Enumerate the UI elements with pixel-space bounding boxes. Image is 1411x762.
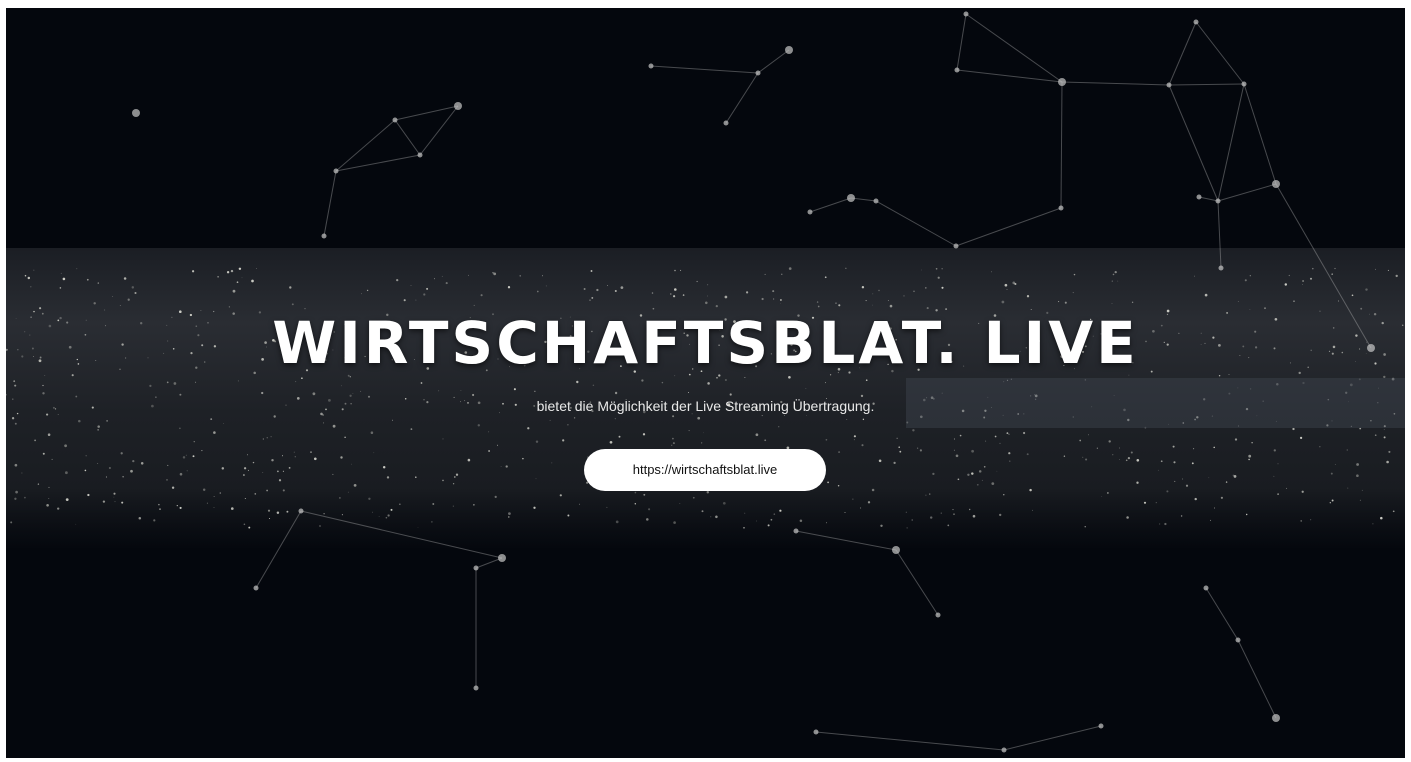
network-node — [321, 233, 327, 239]
network-node — [723, 120, 729, 126]
network-node — [1218, 265, 1224, 271]
network-line — [815, 731, 1005, 751]
network-line — [895, 549, 939, 616]
network-line — [323, 170, 337, 237]
network-line — [1061, 81, 1170, 86]
network-node — [1058, 78, 1066, 86]
network-line — [475, 557, 503, 569]
network-node — [1193, 19, 1199, 25]
network-line — [1217, 83, 1245, 202]
network-node — [392, 117, 398, 123]
network-node — [298, 508, 304, 514]
network-line — [1205, 587, 1239, 641]
network-node — [793, 528, 799, 534]
network-node — [454, 102, 462, 110]
network-line — [1003, 725, 1102, 751]
network-node — [813, 729, 819, 735]
network-line — [1168, 21, 1197, 86]
network-line — [875, 200, 957, 247]
network-node — [1098, 723, 1104, 729]
network-node — [873, 198, 879, 204]
network-line — [1168, 83, 1245, 86]
network-line — [809, 197, 852, 213]
network-line — [1243, 83, 1277, 185]
network-node — [954, 67, 960, 73]
hero-section: WIRTSCHAFTSBLAT. LIVE bietet die Möglich… — [6, 8, 1405, 758]
network-line — [394, 119, 421, 156]
network-line — [795, 530, 897, 551]
network-line — [1060, 81, 1063, 209]
network-node — [785, 46, 793, 54]
network-node — [1241, 81, 1247, 87]
network-node — [892, 546, 900, 554]
network-node — [1058, 205, 1064, 211]
network-node — [1166, 82, 1172, 88]
network-node — [963, 11, 969, 17]
network-node — [755, 70, 761, 76]
network-line — [335, 119, 396, 172]
network-line — [1195, 21, 1245, 85]
website-link-button[interactable]: https://wirtschaftsblat.live — [584, 449, 826, 491]
network-node — [1215, 198, 1221, 204]
network-node — [1203, 585, 1209, 591]
network-node — [1001, 747, 1007, 753]
network-line — [1168, 84, 1219, 202]
network-line — [300, 510, 503, 559]
network-node — [1272, 180, 1280, 188]
network-line — [650, 65, 759, 74]
network-line — [1237, 639, 1277, 719]
network-line — [956, 69, 1063, 83]
network-node — [1196, 194, 1202, 200]
network-node — [417, 152, 423, 158]
network-node — [473, 565, 479, 571]
site-title: WIRTSCHAFTSBLAT. LIVE — [272, 309, 1139, 377]
network-constellation-decoration — [132, 11, 1375, 753]
network-line — [757, 49, 790, 74]
network-node — [333, 168, 339, 174]
network-node — [1235, 637, 1241, 643]
network-line — [1217, 200, 1222, 269]
network-node — [1272, 714, 1280, 722]
network-line — [965, 13, 1063, 83]
network-node — [132, 109, 140, 117]
site-tagline: bietet die Möglichkeit der Live Streamin… — [536, 398, 875, 414]
network-line — [335, 154, 421, 172]
network-node — [847, 194, 855, 202]
network-node — [498, 554, 506, 562]
network-node — [953, 243, 959, 249]
network-node — [648, 63, 654, 69]
network-node — [473, 685, 479, 691]
network-line — [1198, 196, 1219, 202]
network-line — [255, 510, 302, 589]
network-line — [955, 207, 1062, 247]
network-node — [253, 585, 259, 591]
network-node — [935, 612, 941, 618]
network-node — [807, 209, 813, 215]
network-line — [1217, 183, 1277, 202]
network-line — [956, 13, 967, 71]
network-line — [725, 72, 759, 124]
